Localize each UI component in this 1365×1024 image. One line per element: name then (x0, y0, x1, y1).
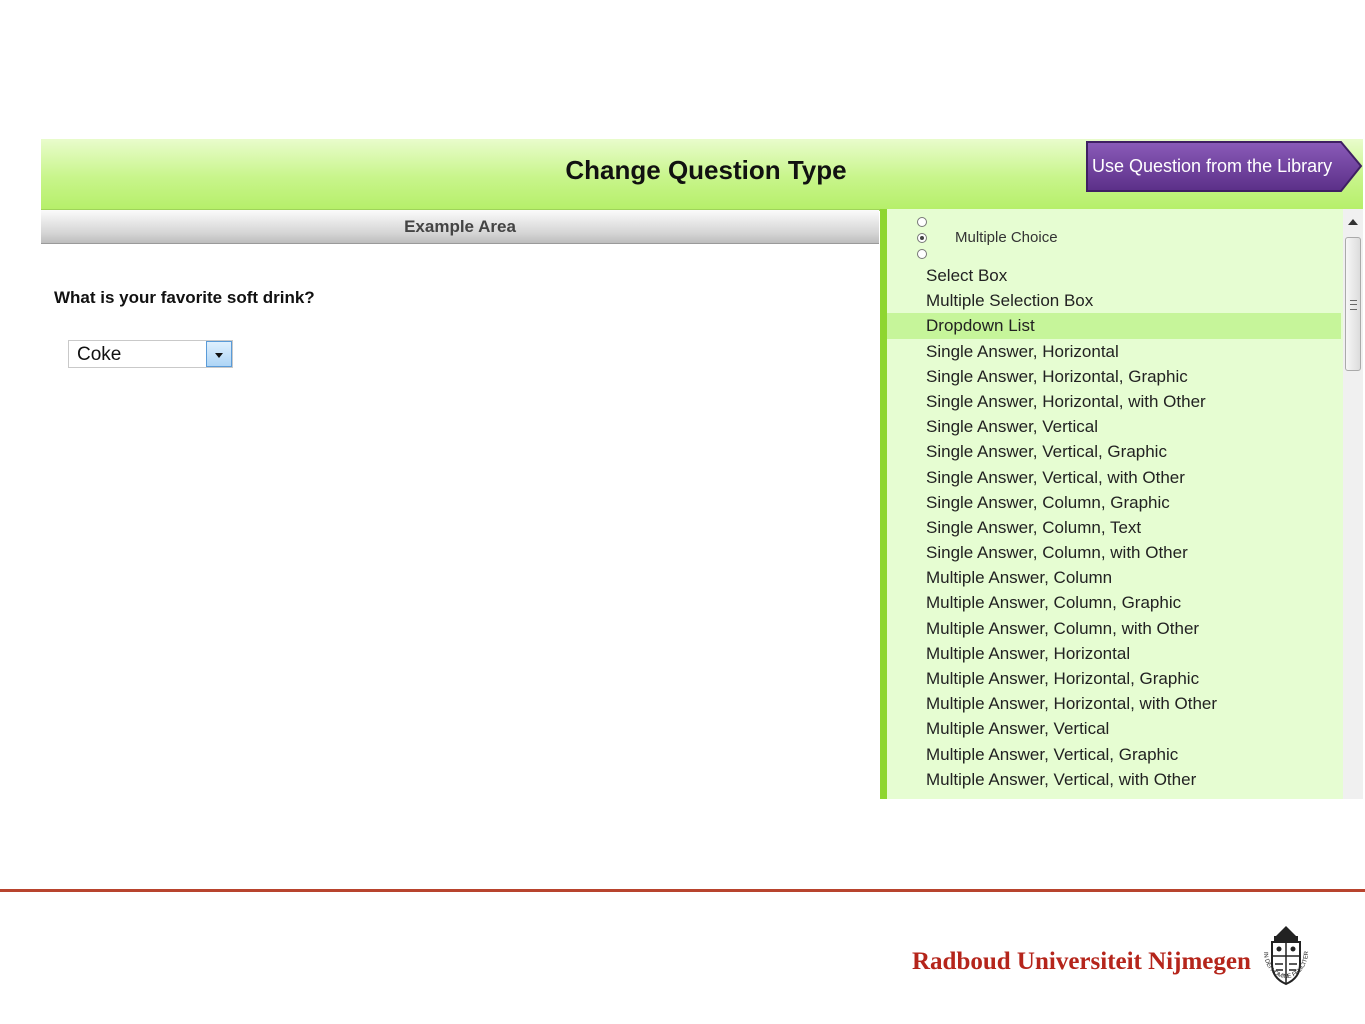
radio-option-1[interactable] (917, 217, 927, 227)
example-area-title: Example Area (404, 217, 516, 236)
footer-divider (0, 889, 1365, 892)
university-seal-icon: IN DEI NOMINE FELICITER (1262, 926, 1310, 986)
question-type-item[interactable]: Multiple Answer, Column, Graphic (887, 590, 1341, 615)
question-type-item[interactable]: Single Answer, Vertical (887, 414, 1341, 439)
scroll-up-arrow-icon[interactable] (1348, 219, 1358, 225)
scroll-thumb[interactable] (1345, 237, 1361, 371)
question-type-item[interactable]: Select Box (887, 263, 1341, 288)
example-area-header: Example Area (41, 210, 879, 244)
question-type-item[interactable]: Multiple Selection Box (887, 288, 1341, 313)
question-type-item[interactable]: Single Answer, Horizontal (887, 339, 1341, 364)
question-type-item[interactable]: Single Answer, Vertical, Graphic (887, 439, 1341, 464)
question-type-item[interactable]: Multiple Answer, Horizontal, with Other (887, 691, 1341, 716)
library-button-label: Use Question from the Library (1092, 156, 1333, 176)
question-type-item[interactable]: Multiple Answer, Horizontal (887, 641, 1341, 666)
question-type-item[interactable]: Dropdown List (887, 313, 1341, 339)
question-type-item[interactable]: Single Answer, Column, Text (887, 515, 1341, 540)
question-type-item[interactable]: Single Answer, Horizontal, Graphic (887, 364, 1341, 389)
grip-icon (1350, 300, 1357, 310)
university-brand: Radboud Universiteit Nijmegen (912, 948, 1251, 975)
question-type-list: Select Box Multiple Selection Box Dropdown… (887, 263, 1341, 792)
dropdown-arrow-button[interactable] (206, 341, 232, 367)
question-type-item[interactable]: Multiple Answer, Column (887, 565, 1341, 590)
question-type-item[interactable]: Multiple Answer, Horizontal, Graphic (887, 666, 1341, 691)
question-type-item[interactable]: Single Answer, Column, Graphic (887, 490, 1341, 515)
radio-option-3[interactable] (917, 249, 927, 259)
dropdown-value: Coke (77, 344, 122, 365)
chevron-down-icon (215, 353, 223, 358)
question-text: What is your favorite soft drink? (54, 288, 315, 307)
question-type-item[interactable]: Single Answer, Column, with Other (887, 540, 1341, 565)
question-type-item[interactable]: Multiple Answer, Vertical (887, 716, 1341, 741)
question-type-item[interactable]: Multiple Answer, Column, with Other (887, 616, 1341, 641)
question-type-item[interactable]: Single Answer, Horizontal, with Other (887, 389, 1341, 414)
question-type-item[interactable]: Single Answer, Vertical, with Other (887, 465, 1341, 490)
soft-drink-dropdown[interactable]: Coke (68, 340, 233, 368)
question-type-item[interactable]: Multiple Answer, Vertical, with Other (887, 767, 1341, 792)
scrollbar[interactable] (1343, 209, 1363, 799)
question-type-item[interactable]: Multiple Answer, Vertical, Graphic (887, 742, 1341, 767)
multiple-choice-label: Multiple Choice (955, 229, 1058, 246)
use-library-question-button[interactable]: Use Question from the Library (1085, 140, 1363, 193)
radio-multiple-choice[interactable] (917, 233, 927, 243)
